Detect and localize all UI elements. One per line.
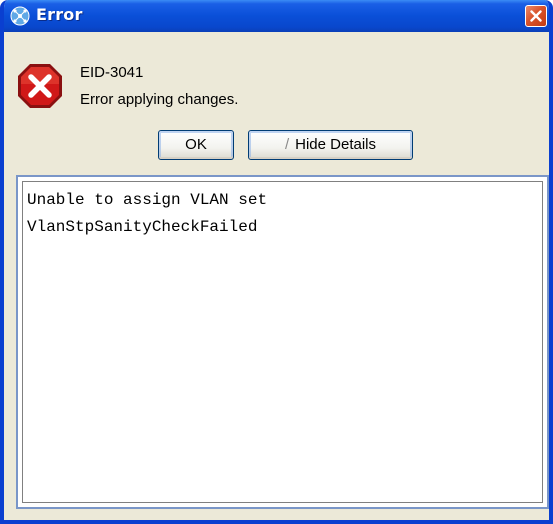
details-text-area[interactable]: Unable to assign VLAN set VlanStpSanityC… [22, 181, 543, 503]
hide-details-glyph: / [284, 136, 290, 153]
ok-button[interactable]: OK [158, 130, 234, 160]
window-title: Error [36, 5, 83, 24]
close-button[interactable] [525, 5, 547, 27]
error-dialog: Error EID-3041 Error applying changes. O… [0, 0, 553, 524]
title-bar[interactable]: Error [4, 0, 549, 32]
error-code: EID-3041 [80, 64, 144, 81]
error-message: Error applying changes. [80, 91, 239, 108]
details-panel[interactable]: Unable to assign VLAN set VlanStpSanityC… [16, 175, 549, 509]
network-app-icon [10, 6, 30, 26]
close-icon [530, 10, 542, 22]
ok-button-label: OK [185, 136, 207, 153]
details-line: Unable to assign VLAN set [27, 191, 268, 209]
hide-details-button[interactable]: / Hide Details [248, 130, 413, 160]
error-stop-sign-icon [16, 62, 64, 110]
hide-details-label: Hide Details [295, 136, 377, 153]
details-line: VlanStpSanityCheckFailed [27, 218, 258, 236]
